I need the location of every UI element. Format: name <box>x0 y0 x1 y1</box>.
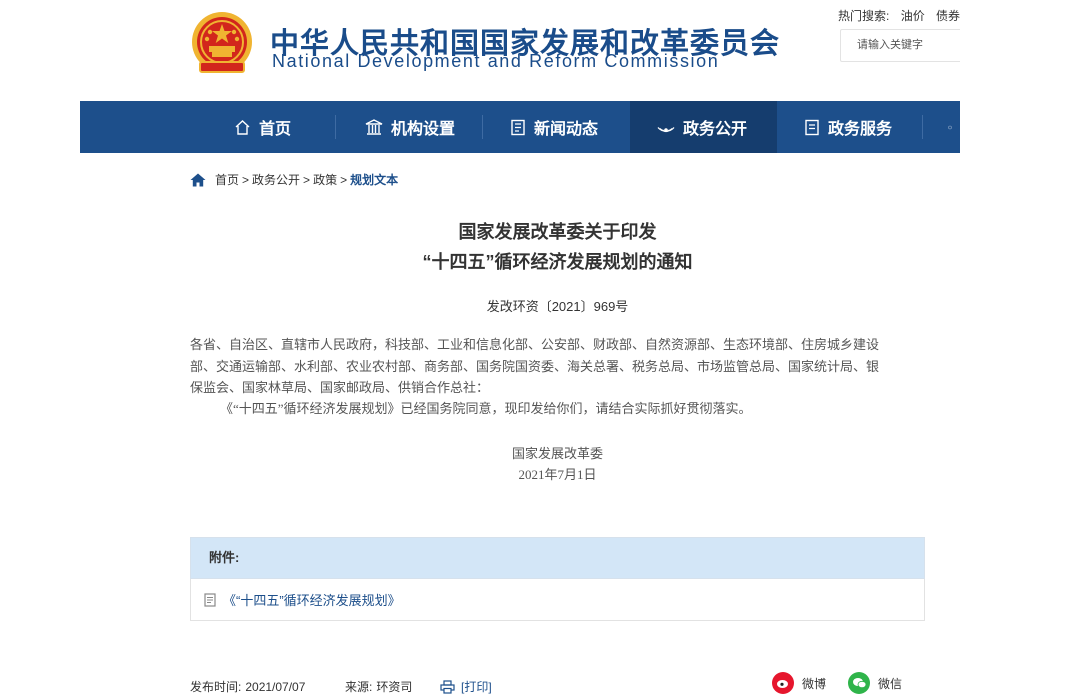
building-icon <box>365 118 383 135</box>
national-emblem-logo <box>190 12 254 78</box>
weibo-label: 微博 <box>802 676 827 691</box>
publish-date: 2021/07/07 <box>245 679 306 694</box>
nav-item-label: 新闻动态 <box>534 121 599 138</box>
source-value: 环资司 <box>376 680 413 694</box>
wechat-icon <box>848 672 870 694</box>
publish-time: 发布时间: 2021/07/07 <box>190 678 305 694</box>
nav-item-more[interactable] <box>948 101 960 153</box>
breadcrumb-separator: > <box>242 172 250 187</box>
hot-search: 热门搜索: 油价 债券 <box>838 7 968 24</box>
breadcrumb: 首页 > 政务公开 > 政策 > 规划文本 <box>190 171 398 188</box>
nav-item-news[interactable]: 新闻动态 <box>510 101 598 153</box>
breadcrumb-home[interactable]: 首页 <box>215 171 239 188</box>
source-label: 来源: <box>345 680 373 694</box>
nav-divider <box>482 115 483 139</box>
recipients-line: 保监会、国家林草局、国家邮政局、供销合作总社： <box>190 380 490 395</box>
attachment-link[interactable]: 《“十四五”循环经济发展规划》 <box>223 590 401 609</box>
file-icon <box>204 592 216 607</box>
hot-search-label: 热门搜索: <box>838 9 890 23</box>
publish-label: 发布时间: <box>190 680 242 694</box>
main-nav: 首页 机构设置 新闻动态 政务公开 政务服务 <box>80 101 960 153</box>
recipients-line: 部、交通运输部、水利部、农业农村部、商务部、国务院国资委、海关总署、税务总局、市… <box>190 359 880 374</box>
attachment-row: 《“十四五”循环经济发展规划》 <box>190 579 925 621</box>
weibo-icon <box>772 672 794 694</box>
nav-item-government-services[interactable]: 政务服务 <box>804 101 892 153</box>
circle-icon <box>948 125 952 129</box>
article-title-line2: “十四五”循环经济发展规划的通知 <box>422 252 693 272</box>
breadcrumb-policy[interactable]: 政策 <box>313 171 337 188</box>
breadcrumb-separator: > <box>303 172 311 187</box>
broadcast-icon <box>657 126 675 132</box>
site-title-en[interactable]: National Development and Reform Commissi… <box>272 51 719 72</box>
document-icon <box>805 119 819 135</box>
search-input[interactable]: 请输入关键字 <box>840 29 960 62</box>
attachment-header: 附件: <box>190 537 925 579</box>
nav-item-organization[interactable]: 机构设置 <box>365 101 455 153</box>
breadcrumb-separator: > <box>340 172 348 187</box>
hot-search-term[interactable]: 债券 <box>936 9 960 23</box>
nav-item-government-affairs[interactable]: 政务公开 <box>630 101 777 153</box>
wechat-label: 微信 <box>878 676 903 691</box>
article-title-line1: 国家发展改革委关于印发 <box>458 222 657 242</box>
nav-divider <box>922 115 923 139</box>
share-wechat-button[interactable]: 微信 <box>848 672 902 694</box>
breadcrumb-current[interactable]: 规划文本 <box>350 171 398 188</box>
home-icon <box>190 173 206 186</box>
source: 来源: 环资司 <box>345 678 412 694</box>
print-button[interactable]: [打印] <box>440 678 492 694</box>
home-icon <box>235 119 250 135</box>
article-body: 《“十四五”循环经济发展规划》已经国务院同意，现印发给你们，请结合实际抓好贯彻落… <box>220 401 752 416</box>
recipients-line: 各省、自治区、直辖市人民政府，科技部、工业和信息化部、公安部、财政部、自然资源部… <box>190 337 880 352</box>
hot-search-term[interactable]: 油价 <box>901 9 925 23</box>
nav-item-label: 政务公开 <box>683 121 748 138</box>
nav-divider <box>335 115 336 139</box>
nav-item-home[interactable]: 首页 <box>234 101 291 153</box>
printer-icon <box>440 679 455 694</box>
nav-item-label: 首页 <box>259 121 292 138</box>
document-number: 发改环资〔2021〕969号 <box>486 299 629 314</box>
article-date: 2021年7月1日 <box>518 467 597 482</box>
nav-item-label: 机构设置 <box>391 121 456 138</box>
share-weibo-button[interactable]: 微博 <box>772 672 826 694</box>
nav-item-label: 政务服务 <box>828 121 893 138</box>
article-signer: 国家发展改革委 <box>511 446 603 461</box>
news-icon <box>511 119 525 135</box>
breadcrumb-government-affairs[interactable]: 政务公开 <box>252 171 300 188</box>
print-label: [打印] <box>461 680 492 694</box>
